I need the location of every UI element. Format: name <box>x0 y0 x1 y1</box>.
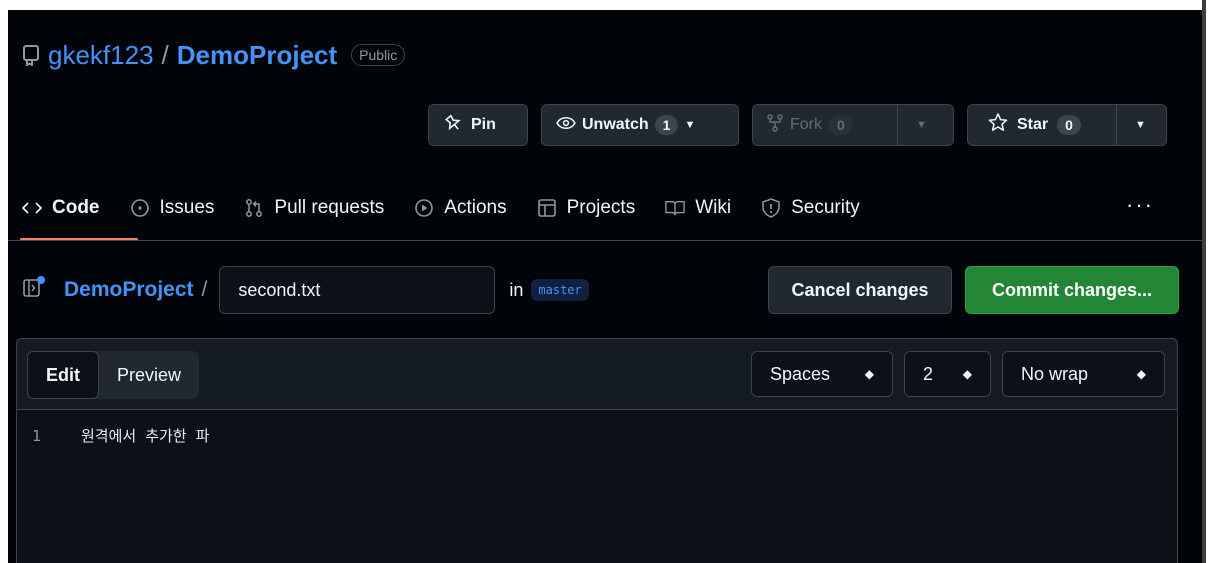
table-icon <box>537 198 557 218</box>
fork-label: Fork <box>790 116 822 133</box>
tab-projects[interactable]: Projects <box>537 196 636 219</box>
eye-icon <box>556 116 576 135</box>
star-label: Star <box>1017 116 1049 133</box>
tab-label: Wiki <box>695 196 732 218</box>
book-icon <box>665 198 685 218</box>
commit-changes-button[interactable]: Commit changes... <box>965 266 1179 314</box>
pin-label: Pin <box>471 116 496 133</box>
repo-name-link[interactable]: DemoProject <box>177 40 337 71</box>
file-path-breadcrumb: DemoProject / in master <box>22 266 589 314</box>
pin-button[interactable]: Pin <box>428 104 528 146</box>
tab-actions[interactable]: Actions <box>414 196 507 219</box>
code-editor: Edit Preview Spaces ◆ 2 ◆ No wrap ◆ 1 원격… <box>16 338 1178 563</box>
issue-circle-icon <box>130 198 150 218</box>
tab-label: Security <box>791 196 860 218</box>
branch-in-label: in <box>509 279 524 300</box>
tab-code[interactable]: Code <box>22 197 100 219</box>
fork-button-group: Fork 0 ▼ <box>752 104 954 146</box>
play-circle-icon <box>414 198 434 218</box>
visibility-badge: Public <box>351 44 406 66</box>
fork-icon <box>767 113 783 137</box>
repo-header: gkekf123 / DemoProject Public <box>22 35 406 75</box>
indent-mode-select[interactable]: Spaces ◆ <box>751 351 893 397</box>
wrap-mode-value: No wrap <box>1021 363 1089 384</box>
pull-request-icon <box>244 198 264 218</box>
line-number: 1 <box>31 426 41 445</box>
watch-count: 1 <box>654 115 679 135</box>
tab-label: Issues <box>159 196 215 218</box>
cancel-changes-button[interactable]: Cancel changes <box>768 266 952 314</box>
file-tree-toggle-icon[interactable] <box>22 275 46 305</box>
repo-nav: Code Issues Pull requests Actions Projec… <box>22 185 890 230</box>
tab-security[interactable]: Security <box>761 197 860 219</box>
chevron-down-icon: ▼ <box>684 119 696 131</box>
tab-label: Projects <box>566 196 636 218</box>
tab-label: Pull requests <box>274 196 385 218</box>
breadcrumb-separator: / <box>201 278 208 301</box>
editor-mode-tabs: Edit Preview <box>27 351 200 399</box>
repo-path-separator: / <box>161 39 169 70</box>
sort-arrows-icon: ◆ <box>864 367 874 381</box>
indent-size-select[interactable]: 2 ◆ <box>904 351 991 397</box>
tab-wiki[interactable]: Wiki <box>665 197 731 219</box>
repo-owner-link[interactable]: gkekf123 <box>48 40 154 71</box>
chevron-down-icon: ▼ <box>916 119 927 131</box>
nav-divider <box>8 240 1202 241</box>
preview-tab[interactable]: Preview <box>99 351 199 399</box>
filename-input[interactable] <box>219 266 496 314</box>
indent-size-value: 2 <box>923 363 934 384</box>
sort-arrows-icon: ◆ <box>1136 367 1146 381</box>
tab-issues[interactable]: Issues <box>130 196 215 219</box>
breadcrumb-project-link[interactable]: DemoProject <box>64 278 194 302</box>
sort-arrows-icon: ◆ <box>962 367 972 381</box>
indent-mode-value: Spaces <box>770 363 831 384</box>
editor-toolbar: Edit Preview Spaces ◆ 2 ◆ No wrap ◆ <box>17 339 1177 410</box>
tab-label: Code <box>52 196 100 218</box>
star-icon <box>988 113 1008 137</box>
repo-icon <box>22 44 40 66</box>
code-icon <box>22 198 42 218</box>
pin-icon <box>443 113 463 137</box>
star-button-group[interactable]: Star 0 ▼ <box>967 104 1167 146</box>
unwatch-label: Unwatch <box>582 116 649 133</box>
star-count: 0 <box>1057 115 1081 135</box>
window-edge <box>1202 0 1206 563</box>
edit-tab[interactable]: Edit <box>27 351 99 399</box>
branch-name-badge: master <box>531 279 589 301</box>
more-tabs-button[interactable]: ··· <box>1126 192 1154 218</box>
tab-pull-requests[interactable]: Pull requests <box>244 197 384 219</box>
fork-count: 0 <box>829 115 853 135</box>
code-line[interactable]: 1 원격에서 추가한 파 <box>17 425 210 446</box>
repo-actions: Pin Unwatch 1 ▼ Fork 0 ▼ Star 0 ▼ <box>428 104 1167 146</box>
wrap-mode-select[interactable]: No wrap ◆ <box>1002 351 1165 397</box>
line-text[interactable]: 원격에서 추가한 파 <box>81 425 209 446</box>
shield-icon <box>761 197 781 218</box>
tab-label: Actions <box>444 196 507 218</box>
unwatch-button[interactable]: Unwatch 1 ▼ <box>541 104 739 146</box>
editor-options: Spaces ◆ 2 ◆ No wrap ◆ <box>751 351 1165 397</box>
chevron-down-icon[interactable]: ▼ <box>1135 119 1146 131</box>
